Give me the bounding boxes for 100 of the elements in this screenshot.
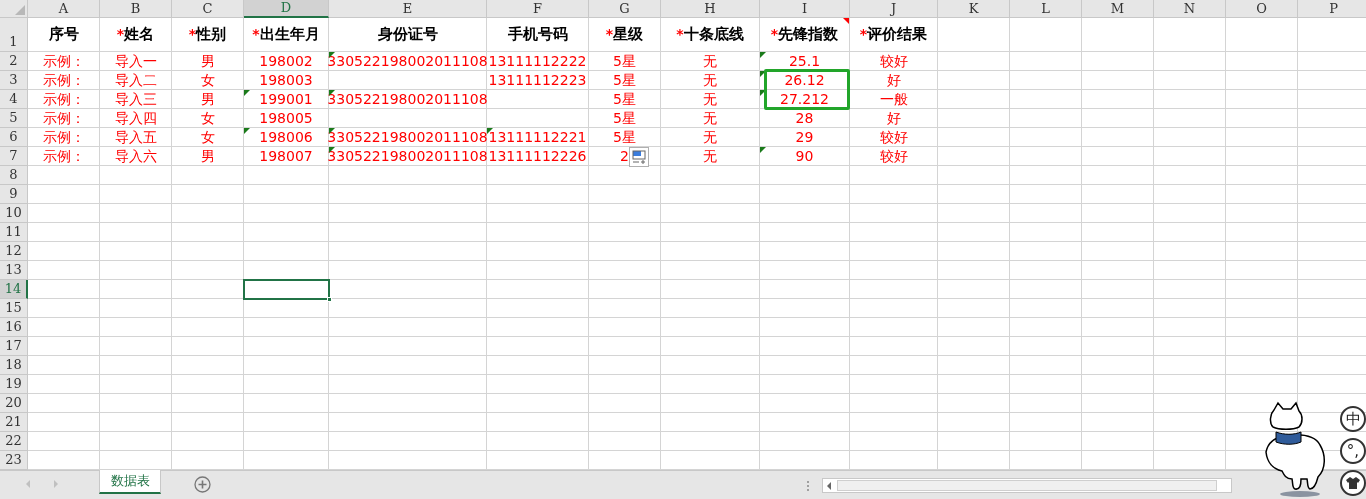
table-cell [1226, 109, 1298, 128]
table-cell [1154, 375, 1226, 394]
table-cell: 男 [172, 90, 244, 109]
column-heading: 评价结果 [867, 24, 928, 46]
sheet-tab[interactable]: 数据表 [99, 470, 161, 494]
row-header[interactable]: 23 [0, 451, 28, 470]
table-cell [1010, 109, 1082, 128]
table-cell [28, 299, 100, 318]
table-cell [1154, 204, 1226, 223]
table-cell [1082, 52, 1154, 71]
row-header[interactable]: 2 [0, 52, 28, 71]
table-cell [938, 166, 1010, 185]
table-cell [1082, 128, 1154, 147]
row-header[interactable]: 7 [0, 147, 28, 166]
table-cell [1082, 204, 1154, 223]
select-all-corner[interactable] [0, 0, 28, 18]
row-header[interactable]: 12 [0, 242, 28, 261]
column-header[interactable]: P [1298, 0, 1366, 18]
column-header[interactable]: B [100, 0, 172, 18]
table-cell [1082, 432, 1154, 451]
row-header[interactable]: 20 [0, 394, 28, 413]
row-header[interactable]: 4 [0, 90, 28, 109]
row-header[interactable]: 22 [0, 432, 28, 451]
row-header[interactable]: 16 [0, 318, 28, 337]
column-header[interactable]: E [329, 0, 487, 18]
table-cell [938, 147, 1010, 166]
row-header[interactable]: 5 [0, 109, 28, 128]
paste-options-icon[interactable] [629, 147, 649, 167]
horizontal-scrollbar[interactable] [822, 478, 1232, 493]
table-cell [938, 223, 1010, 242]
table-cell [1154, 128, 1226, 147]
table-cell [1226, 356, 1298, 375]
table-cell [589, 413, 661, 432]
table-cell [938, 394, 1010, 413]
table-cell [1226, 147, 1298, 166]
column-header[interactable]: H [661, 0, 760, 18]
table-cell [100, 337, 172, 356]
row-header[interactable]: 3 [0, 71, 28, 90]
row-header[interactable]: 21 [0, 413, 28, 432]
table-cell [1154, 71, 1226, 90]
row-header[interactable]: 14 [0, 280, 28, 299]
table-cell [1226, 71, 1298, 90]
row-header[interactable]: 11 [0, 223, 28, 242]
table-cell [28, 356, 100, 375]
column-header[interactable]: C [172, 0, 244, 18]
column-heading: 身份证号 [377, 24, 438, 46]
column-header[interactable]: A [28, 0, 100, 18]
column-header[interactable]: J [850, 0, 938, 18]
table-cell: 无 [661, 52, 760, 71]
column-header[interactable]: L [1010, 0, 1082, 18]
row-header[interactable]: 19 [0, 375, 28, 394]
scroll-left-icon[interactable] [26, 480, 30, 488]
column-header[interactable]: O [1226, 0, 1298, 18]
table-cell [589, 223, 661, 242]
table-cell [100, 413, 172, 432]
row-header[interactable]: 10 [0, 204, 28, 223]
table-cell [172, 413, 244, 432]
column-header[interactable]: M [1082, 0, 1154, 18]
table-cell: 示例： [28, 109, 100, 128]
column-header[interactable]: N [1154, 0, 1226, 18]
table-cell [938, 185, 1010, 204]
row-header[interactable]: 15 [0, 299, 28, 318]
row-header[interactable]: 8 [0, 166, 28, 185]
table-cell [1226, 242, 1298, 261]
table-cell [1154, 242, 1226, 261]
row-header[interactable]: 17 [0, 337, 28, 356]
table-cell [172, 375, 244, 394]
table-cell: 无 [661, 109, 760, 128]
table-cell [1082, 337, 1154, 356]
table-cell [28, 223, 100, 242]
table-cell [1082, 185, 1154, 204]
table-cell [1082, 299, 1154, 318]
column-header[interactable]: G [589, 0, 661, 18]
fill-handle[interactable] [327, 297, 332, 302]
ime-button[interactable]: °, [1340, 438, 1366, 464]
table-cell: 示例： [28, 147, 100, 166]
row-header[interactable]: 18 [0, 356, 28, 375]
table-cell [1226, 299, 1298, 318]
column-header[interactable]: K [938, 0, 1010, 18]
row-header[interactable]: 1 [0, 18, 28, 52]
row-header[interactable]: 9 [0, 185, 28, 204]
add-sheet-icon[interactable] [194, 476, 211, 493]
table-cell [28, 413, 100, 432]
table-cell: 导入二 [100, 71, 172, 90]
column-header[interactable]: F [487, 0, 589, 18]
column-header[interactable]: D [244, 0, 329, 18]
column-header[interactable]: I [760, 0, 850, 18]
table-cell [1082, 375, 1154, 394]
row-header[interactable]: 13 [0, 261, 28, 280]
column-heading: 手机号码 [507, 24, 568, 46]
ime-button[interactable]: 中 [1340, 406, 1366, 432]
more-icon[interactable] [806, 480, 810, 492]
scroll-right-icon[interactable] [54, 480, 58, 488]
table-cell [1010, 375, 1082, 394]
table-cell [1082, 90, 1154, 109]
table-cell [28, 261, 100, 280]
table-cell [1082, 166, 1154, 185]
table-cell: 无 [661, 90, 760, 109]
row-header[interactable]: 6 [0, 128, 28, 147]
column-heading: 姓名 [124, 24, 155, 46]
